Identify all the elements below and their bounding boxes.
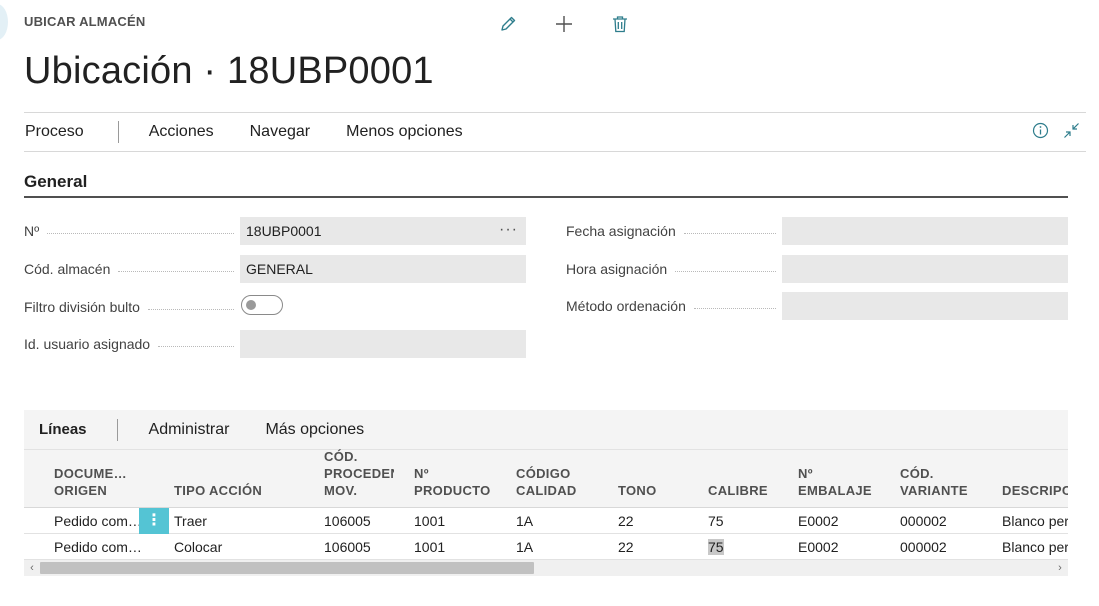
field-label: Nº xyxy=(24,223,40,239)
col-header-embalaje[interactable]: Nº EMBALAJE xyxy=(798,465,888,499)
field-label: Id. usuario asignado xyxy=(24,336,151,352)
row-menu-button[interactable]: ⋮ xyxy=(139,508,169,534)
tab-lineas[interactable]: Líneas xyxy=(24,421,117,438)
cell-tono[interactable]: 22 xyxy=(618,534,698,560)
cell-documento-origen[interactable]: Pedido com… xyxy=(54,534,140,560)
group-title-general: General xyxy=(24,172,88,191)
action-proceso[interactable]: Proceso xyxy=(24,123,118,141)
cell-calibre[interactable]: 75 xyxy=(708,534,788,560)
scrollbar-thumb[interactable] xyxy=(40,562,534,574)
group-rule xyxy=(24,196,1068,198)
col-header-tono[interactable]: TONO xyxy=(618,482,698,499)
field-label: Cód. almacén xyxy=(24,261,111,277)
col-header-tipo-accion[interactable]: TIPO ACCIÓN xyxy=(174,482,314,499)
horizontal-scrollbar[interactable]: ‹ › xyxy=(24,560,1068,576)
col-header-producto[interactable]: Nº PRODUCTO xyxy=(414,465,504,499)
action-navegar[interactable]: Navegar xyxy=(232,123,328,141)
top-actions xyxy=(480,12,648,36)
metodo-ordenacion-input[interactable] xyxy=(782,292,1068,320)
field-filtro-division: Filtro división bulto xyxy=(24,293,526,321)
cell-embalaje[interactable]: E0002 xyxy=(798,508,888,534)
scroll-left-icon[interactable]: ‹ xyxy=(24,560,40,576)
cell-descripcion[interactable]: Blanco per xyxy=(1002,534,1068,560)
no-input[interactable]: 18UBP0001 xyxy=(240,217,526,245)
more-options-icon[interactable]: ··· xyxy=(499,221,518,239)
cell-embalaje[interactable]: E0002 xyxy=(798,534,888,560)
tab-administrar[interactable]: Administrar xyxy=(132,421,248,439)
lines-part: Líneas Administrar Más opciones DOCUME… O… xyxy=(24,410,1068,576)
action-bar-separator xyxy=(117,121,119,143)
field-fecha-asignacion: Fecha asignación xyxy=(566,217,1068,245)
table-row[interactable]: Pedido com… ⋮ Traer 106005 1001 1A 22 75… xyxy=(24,508,1068,534)
cell-codigo-calidad[interactable]: 1A xyxy=(516,508,606,534)
add-button[interactable] xyxy=(536,12,592,36)
delete-icon xyxy=(613,16,627,33)
cell-tono[interactable]: 22 xyxy=(618,508,698,534)
id-usuario-input[interactable] xyxy=(240,330,526,358)
filtro-division-toggle[interactable] xyxy=(241,295,283,315)
cell-calibre[interactable]: 75 xyxy=(708,508,788,534)
cell-cod-procedencia[interactable]: 106005 xyxy=(324,508,404,534)
field-label: Fecha asignación xyxy=(566,223,676,239)
field-label: Filtro división bulto xyxy=(24,299,140,315)
field-no: Nº 18UBP0001 ··· xyxy=(24,217,526,245)
fecha-asignacion-input[interactable] xyxy=(782,217,1068,245)
page-caption: UBICAR ALMACÉN xyxy=(24,14,146,29)
selected-cell-text[interactable]: 75 xyxy=(708,539,724,555)
cell-variante[interactable]: 000002 xyxy=(900,534,990,560)
lines-action-bar: Líneas Administrar Más opciones xyxy=(24,410,1068,450)
toggle-knob xyxy=(246,300,256,310)
edit-button[interactable] xyxy=(480,12,536,36)
field-label: Método ordenación xyxy=(566,298,686,314)
collapse-icon[interactable] xyxy=(1063,122,1080,139)
cell-codigo-calidad[interactable]: 1A xyxy=(516,534,606,560)
tab-mas-opciones[interactable]: Más opciones xyxy=(247,421,382,439)
lines-separator xyxy=(116,418,118,441)
cell-producto[interactable]: 1001 xyxy=(414,534,504,560)
info-icon[interactable] xyxy=(1032,122,1049,139)
page-title: Ubicación · 18UBP0001 xyxy=(24,50,434,92)
action-bar-right xyxy=(1032,122,1080,139)
col-header-cod-procedencia[interactable]: CÓD. PROCEDEN MOV. xyxy=(324,448,394,499)
field-cod-almacen: Cód. almacén GENERAL xyxy=(24,255,526,283)
cell-tipo-accion[interactable]: Traer xyxy=(174,508,314,534)
cell-descripcion[interactable]: Blanco per xyxy=(1002,508,1068,534)
scroll-right-icon[interactable]: › xyxy=(1052,560,1068,576)
field-id-usuario: Id. usuario asignado xyxy=(24,330,526,358)
add-icon xyxy=(556,16,572,32)
field-hora-asignacion: Hora asignación xyxy=(566,255,1068,283)
field-metodo-ordenacion: Método ordenación xyxy=(566,292,1068,320)
cell-producto[interactable]: 1001 xyxy=(414,508,504,534)
edit-icon xyxy=(501,16,516,31)
lines-grid-header: DOCUME… ORIGEN TIPO ACCIÓN CÓD. PROCEDEN MO… xyxy=(24,448,1068,508)
col-header-variante[interactable]: CÓD. VARIANTE xyxy=(900,465,990,499)
col-header-descripcion[interactable]: DESCRIPC xyxy=(1002,482,1068,499)
cell-documento-origen[interactable]: Pedido com… xyxy=(54,508,140,534)
cell-tipo-accion[interactable]: Colocar xyxy=(174,534,314,560)
cell-cod-procedencia[interactable]: 106005 xyxy=(324,534,404,560)
cell-variante[interactable]: 000002 xyxy=(900,508,990,534)
action-menos-opciones[interactable]: Menos opciones xyxy=(328,123,481,141)
delete-button[interactable] xyxy=(592,12,648,36)
action-bar: Proceso Acciones Navegar Menos opciones xyxy=(24,112,1086,152)
table-row[interactable]: Pedido com… Colocar 106005 1001 1A 22 75… xyxy=(24,534,1068,560)
cod-almacen-input[interactable]: GENERAL xyxy=(240,255,526,283)
action-acciones[interactable]: Acciones xyxy=(131,123,232,141)
col-header-calibre[interactable]: CALIBRE xyxy=(708,482,788,499)
col-header-documento-origen[interactable]: DOCUME… ORIGEN xyxy=(54,465,140,499)
col-header-codigo-calidad[interactable]: CÓDIGO CALIDAD xyxy=(516,465,606,499)
field-label: Hora asignación xyxy=(566,261,668,277)
app-avatar-edge xyxy=(0,4,8,40)
hora-asignacion-input[interactable] xyxy=(782,255,1068,283)
